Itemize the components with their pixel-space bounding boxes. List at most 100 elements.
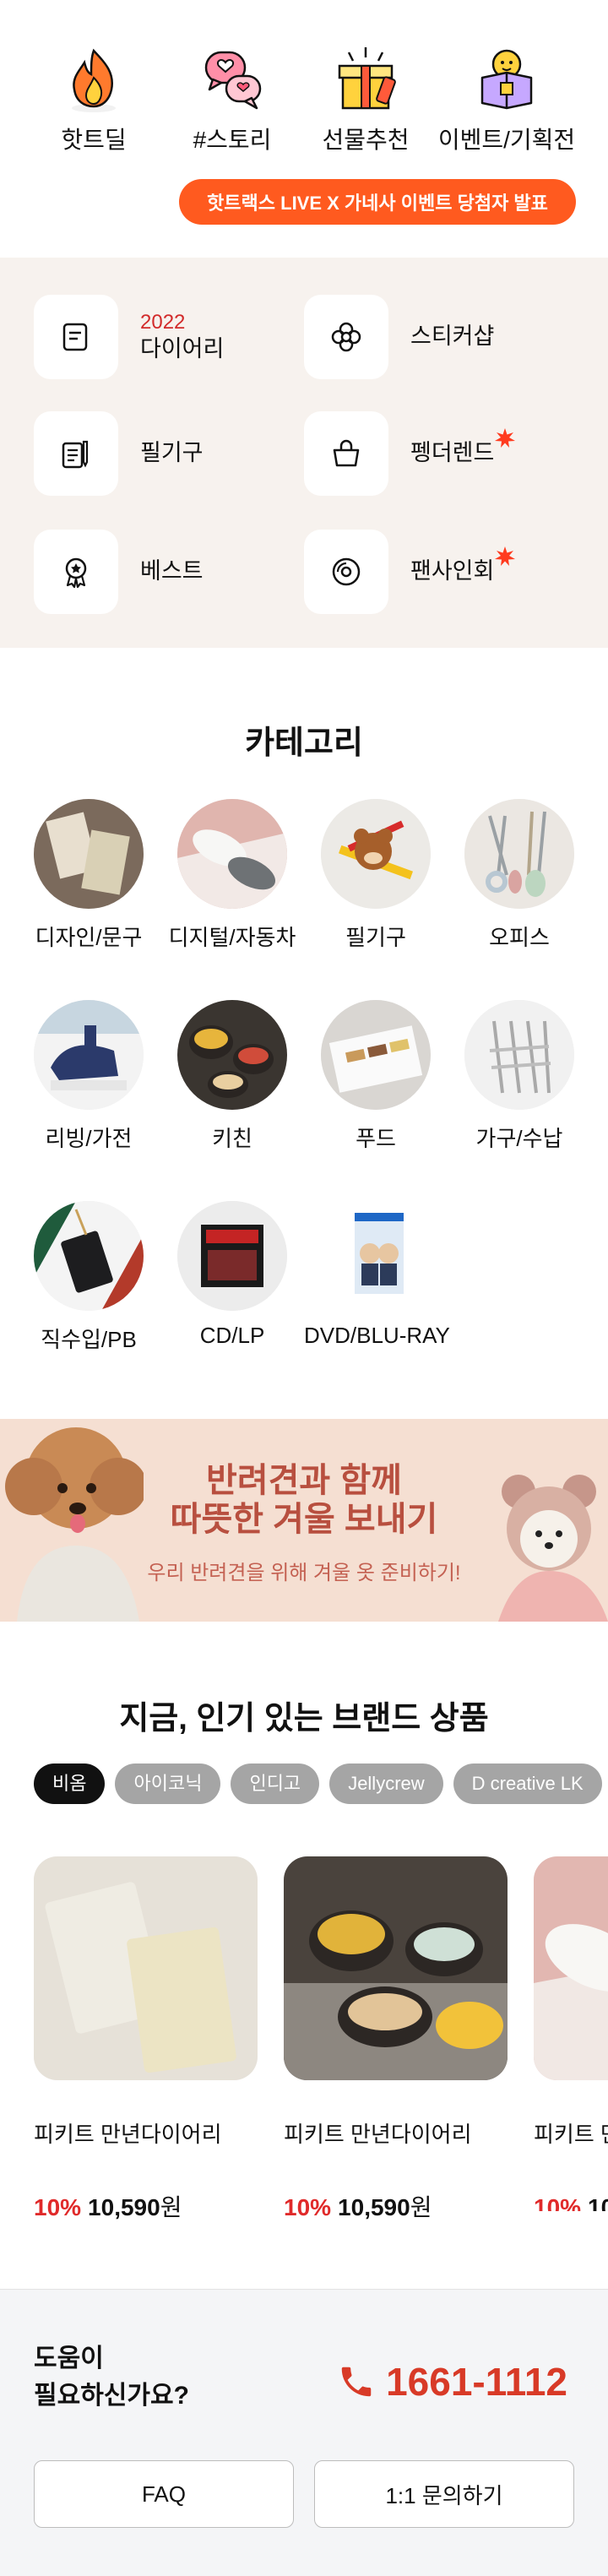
sub-text-trend: 펭더렌드 [410,428,516,468]
sub-text-best: 베스트 [140,557,204,586]
category-label: DVD/BLU-RAY [304,1323,450,1348]
stationery-icon [34,411,118,496]
inquiry-button[interactable]: 1:1 문의하기 [314,2460,574,2528]
brand-chip[interactable]: 아이코닉 [115,1764,221,1804]
category-pen-image [321,799,431,909]
product-card[interactable]: 피키트 만년다이어리 10%10,590원 [534,1856,608,2211]
category-design[interactable]: 디자인/문구 [17,799,160,952]
sub-label-pen: 필기구 [140,440,204,466]
banner-title-line1: 반려견과 함께 [206,1462,402,1499]
category-label: 필기구 [345,925,406,950]
sub-text-sticker: 스티커샵 [410,323,494,351]
category-cdlp[interactable]: CD/LP [160,1201,304,1349]
category-label: 디지털/자동차 [168,925,296,950]
product-discount: 10% [284,2194,332,2220]
product-card[interactable]: 피키트 만년다이어리 10%10,590원 [34,1856,258,2223]
banner-title: 반려견과 함께 따뜻한 겨울 보내기 [127,1461,481,1539]
quick-item-story[interactable]: #스토리 [160,41,304,155]
category-label: 리빙/가전 [45,1126,133,1151]
cd-icon [304,530,388,614]
product-image [34,1856,258,2080]
category-furniture-image [464,1000,574,1110]
category-dvd[interactable]: DVD/BLU-RAY [304,1201,450,1349]
category-kitchen-image [177,1000,287,1110]
category-label: 키친 [212,1126,252,1151]
product-card[interactable]: 피키트 만년다이어리 10%10,590원 [284,1856,508,2223]
flower-icon [304,295,388,379]
brand-chip[interactable]: Jellycrew [329,1764,443,1804]
brand-chip[interactable]: D creative LK [453,1764,602,1804]
sub-item-best[interactable]: 베스트 [34,530,204,614]
product-price-value: 10,590 [588,2194,608,2211]
quick-label-story: #스토리 [193,127,272,153]
brand-chip[interactable]: 인디고 [231,1764,320,1804]
product-card-clip: 피키트 만년다이어리 10%10,590원 [534,1856,608,2211]
category-food[interactable]: 푸드 [304,1000,448,1153]
category-design-image [34,799,144,909]
product-currency: 원 [160,2194,182,2220]
product-price-value: 10,590 [338,2194,410,2220]
chat-hearts-icon [194,41,270,117]
brand-section-title: 지금, 인기 있는 브랜드 상품 [119,1701,489,1736]
category-kitchen[interactable]: 키친 [160,1000,304,1153]
quick-label-event: 이벤트/기획전 [437,127,576,153]
bag-icon [304,411,388,496]
sub-item-pen[interactable]: 필기구 [34,411,204,496]
award-icon [34,530,118,614]
promo-pill-button[interactable]: 핫트랙스 LIVE X 가네사 이벤트 당첨자 발표 [179,179,576,225]
banner-subtitle: 우리 반려견을 위해 겨울 옷 준비하기! [147,1562,461,1584]
product-discount: 10% [534,2194,582,2211]
sub-item-sticker[interactable]: 스티커샵 [304,295,494,379]
product-price: 10%10,590원 [284,2189,508,2223]
sub-item-diary[interactable]: 2022 다이어리 [34,295,224,379]
help-phone-number: 1661-1112 [386,2360,567,2404]
category-living[interactable]: 리빙/가전 [17,1000,160,1153]
sub-item-trend[interactable]: 펭더렌드 [304,411,516,496]
quick-label-gift: 선물추천 [322,127,410,153]
fire-icon [56,41,132,117]
help-section: 도움이 필요하신가요? 1661-1112 FAQ 1:1 문의하기 [0,2289,608,2576]
dog-costume-image [498,1475,608,1622]
product-name: 피키트 만년다이어리 [284,2122,472,2147]
product-image [284,1856,508,2080]
sub-text-fansign: 팬사인회 [410,546,516,586]
brand-chip-list: 비옴 아이코닉 인디고 Jellycrew D creative LK [34,1764,608,1804]
category-pen[interactable]: 필기구 [304,799,448,952]
help-question-line2: 필요하신가요? [34,2382,189,2410]
category-title: 카테고리 [245,726,363,761]
quick-item-event[interactable]: 이벤트/기획전 [435,41,578,155]
product-image [534,1856,608,2080]
category-furniture[interactable]: 가구/수납 [448,1000,591,1153]
quick-menu: 핫트딜 #스토리 선물추천 이벤트/기획전 핫트랙스 LIVE X 가네사 이벤… [0,0,608,258]
gift-icon [328,41,404,117]
category-label: 직수입/PB [41,1327,137,1352]
help-question-line1: 도움이 [34,2345,104,2372]
sub-menu: 2022 다이어리 스티커샵 필기구 펭더렌드 베스트 팬사인회 [0,258,608,648]
product-price: 10%10,590원 [534,2189,608,2211]
banner-title-line2: 따뜻한 겨울 보내기 [170,1501,438,1538]
sub-item-fansign[interactable]: 팬사인회 [304,530,516,614]
help-phone-link[interactable]: 1661-1112 [337,2359,567,2405]
brand-chip[interactable]: 비옴 [34,1764,106,1804]
quick-item-gift[interactable]: 선물추천 [294,41,437,155]
sub-label-sticker: 스티커샵 [410,323,495,350]
product-price-value: 10,590 [88,2194,160,2220]
category-import[interactable]: 직수입/PB [17,1201,160,1354]
event-banner[interactable]: 반려견과 함께 따뜻한 겨울 보내기 우리 반려견을 위해 겨울 옷 준비하기! [0,1419,608,1622]
diary-year: 2022 [140,311,186,334]
product-name: 피키트 만년다이어리 [34,2122,222,2147]
category-office[interactable]: 오피스 [448,799,591,952]
category-food-image [321,1000,431,1110]
category-digital[interactable]: 디지털/자동차 [160,799,304,952]
category-label: CD/LP [199,1323,265,1348]
category-cdlp-image [177,1201,287,1311]
category-dvd-image [321,1201,431,1311]
sub-label-fansign: 팬사인회 [410,558,495,584]
diary-icon [34,295,118,379]
faq-button[interactable]: FAQ [34,2460,294,2528]
category-import-image [34,1201,144,1311]
category-label: 오피스 [489,925,550,950]
product-currency: 원 [410,2194,432,2220]
quick-item-hotdeal[interactable]: 핫트딜 [22,41,166,155]
quick-label-hotdeal: 핫트딜 [61,127,127,153]
